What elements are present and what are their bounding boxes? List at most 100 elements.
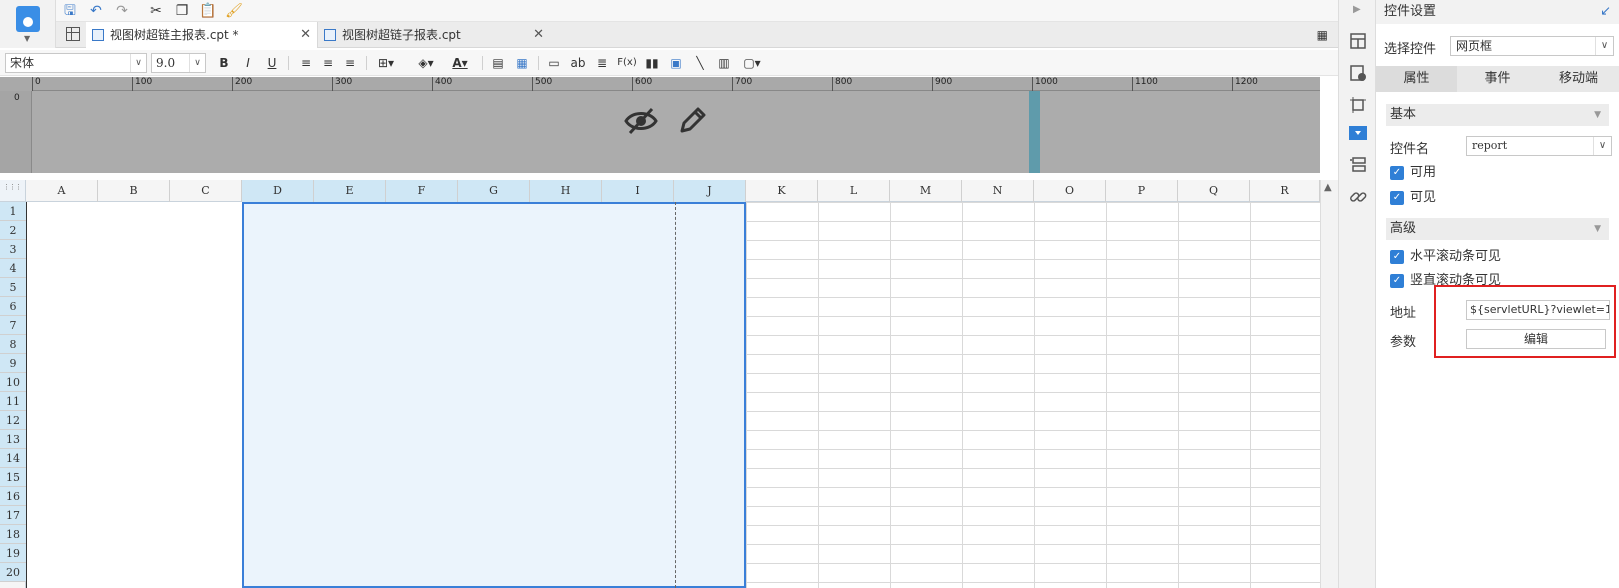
row-header[interactable]: 16 [0, 487, 26, 506]
column-header[interactable]: M [890, 180, 962, 202]
chevron-down-icon[interactable]: ∨ [1595, 37, 1613, 55]
undo-icon[interactable]: ↶ [86, 2, 106, 20]
enabled-checkbox-row[interactable]: ✓ 可用 [1390, 165, 1436, 183]
merge-cells-icon[interactable]: ▤ [488, 54, 508, 72]
checkbox-checked-icon[interactable]: ✓ [1390, 274, 1404, 288]
visible-checkbox-row[interactable]: ✓ 可见 [1390, 190, 1436, 208]
row-header[interactable]: 5 [0, 278, 26, 297]
row-header[interactable]: 3 [0, 240, 26, 259]
chevron-down-icon[interactable]: ∨ [189, 54, 205, 72]
checkbox-checked-icon[interactable]: ✓ [1390, 191, 1404, 205]
row-header[interactable]: 17 [0, 506, 26, 525]
frame-icon[interactable] [1349, 96, 1367, 114]
tab-attributes[interactable]: 属性 [1376, 66, 1457, 92]
row-header[interactable]: 18 [0, 525, 26, 544]
chart-icon[interactable]: ▮▮ [642, 54, 662, 72]
column-header[interactable]: O [1034, 180, 1106, 202]
widget-settings-icon[interactable] [1349, 124, 1367, 142]
underline-button[interactable]: U [262, 54, 282, 72]
paragraph-icon[interactable]: ≣ [592, 54, 612, 72]
row-header[interactable]: 11 [0, 392, 26, 411]
tab-main-report[interactable]: 视图树超链主报表.cpt * ✕ [86, 22, 318, 48]
row-header[interactable]: 7 [0, 316, 26, 335]
cell-grid[interactable] [26, 202, 1320, 588]
width-boundary-marker[interactable] [1029, 91, 1040, 173]
column-header[interactable]: E [314, 180, 386, 202]
chevron-down-icon[interactable]: ∨ [130, 54, 146, 72]
column-header[interactable]: F [386, 180, 458, 202]
pin-icon[interactable]: ↙ [1600, 0, 1611, 24]
column-header[interactable]: G [458, 180, 530, 202]
widget-name-field[interactable]: report ∨ [1466, 136, 1612, 156]
align-center-icon[interactable]: ≡ [318, 54, 338, 72]
row-header[interactable]: 6 [0, 297, 26, 316]
row-header[interactable]: 19 [0, 544, 26, 563]
scroll-up-icon[interactable]: ▲ [1324, 182, 1332, 193]
sub-report-icon[interactable]: ▥ [714, 54, 734, 72]
row-header[interactable]: 1 [0, 202, 26, 221]
row-header[interactable]: 4 [0, 259, 26, 278]
row-header[interactable]: 15 [0, 468, 26, 487]
report-sheet[interactable]: A B C D E F G H I J K L M N O P Q R 1 2 … [0, 180, 1338, 588]
condition-attribute-icon[interactable] [1349, 156, 1367, 174]
eye-hidden-icon[interactable] [624, 105, 658, 137]
row-header[interactable]: 9 [0, 354, 26, 373]
line-insert-icon[interactable]: ▭ [544, 54, 564, 72]
row-header[interactable]: 13 [0, 430, 26, 449]
close-icon[interactable]: ✕ [300, 22, 311, 48]
text-style-button[interactable]: ab [568, 54, 588, 72]
border-icon[interactable]: ⊞▾ [372, 54, 400, 72]
app-logo-icon[interactable] [16, 6, 40, 32]
row-header[interactable]: 20 [0, 563, 26, 582]
table-icon[interactable]: ▦ [512, 54, 532, 72]
column-header[interactable]: R [1250, 180, 1320, 202]
chevron-down-icon[interactable]: ∨ [1593, 137, 1611, 155]
row-header[interactable]: 12 [0, 411, 26, 430]
collapse-icon[interactable]: ▼ [1594, 104, 1601, 126]
tab-sub-report[interactable]: 视图树超链子报表.cpt ✕ [318, 22, 550, 48]
row-header[interactable]: 2 [0, 221, 26, 240]
checkbox-checked-icon[interactable]: ✓ [1390, 166, 1404, 180]
save-icon[interactable]: 🖫 [60, 2, 80, 20]
close-icon[interactable]: ✕ [533, 22, 544, 48]
slash-line-icon[interactable]: ╲ [690, 54, 710, 72]
font-size-select[interactable]: 9.0 ∨ [151, 53, 206, 73]
bold-button[interactable]: B [214, 54, 234, 72]
pencil-icon[interactable] [676, 105, 708, 137]
column-header[interactable]: I [602, 180, 674, 202]
section-advanced[interactable]: 高级 ▼ [1386, 218, 1609, 240]
layout-icon[interactable] [1349, 32, 1367, 50]
formula-button[interactable]: F(x) [614, 54, 640, 72]
cell-attribute-icon[interactable] [1349, 64, 1367, 82]
tab-menu-icon[interactable]: ▦ [1317, 28, 1328, 42]
font-color-icon[interactable]: A▾ [446, 54, 474, 72]
checkbox-checked-icon[interactable]: ✓ [1390, 250, 1404, 264]
selected-cell-range[interactable] [242, 202, 746, 588]
row-header[interactable]: 8 [0, 335, 26, 354]
column-header[interactable]: N [962, 180, 1034, 202]
select-widget-dropdown[interactable]: 网页框 ∨ [1450, 36, 1614, 56]
column-header[interactable]: D [242, 180, 314, 202]
form-widget-preview[interactable]: 0 [0, 91, 1320, 173]
column-header[interactable]: J [674, 180, 746, 202]
vertical-scrollbar[interactable]: ▲ [1320, 180, 1338, 588]
column-header[interactable]: H [530, 180, 602, 202]
app-logo-area[interactable]: ▼ [0, 0, 56, 48]
collapse-icon[interactable]: ▼ [1594, 218, 1601, 240]
italic-button[interactable]: I [238, 54, 258, 72]
logo-dropdown-icon[interactable]: ▼ [24, 34, 30, 43]
hyperlink-icon[interactable] [1349, 188, 1367, 206]
image-icon[interactable]: ▣ [666, 54, 686, 72]
new-report-icon[interactable] [66, 27, 80, 41]
hscroll-checkbox-row[interactable]: ✓ 水平滚动条可见 [1390, 249, 1501, 267]
cell-border-icon[interactable]: ▢▾ [738, 54, 766, 72]
section-basic[interactable]: 基本 ▼ [1386, 104, 1609, 126]
row-header[interactable]: 14 [0, 449, 26, 468]
font-name-select[interactable]: 宋体 ∨ [5, 53, 147, 73]
copy-icon[interactable]: ❐ [172, 2, 192, 20]
format-painter-icon[interactable]: 🖌 [224, 2, 244, 20]
row-header[interactable]: 10 [0, 373, 26, 392]
column-header[interactable]: A [26, 180, 98, 202]
collapse-arrow-icon[interactable]: ▶ [1353, 4, 1361, 15]
cut-icon[interactable]: ✂ [146, 2, 166, 20]
